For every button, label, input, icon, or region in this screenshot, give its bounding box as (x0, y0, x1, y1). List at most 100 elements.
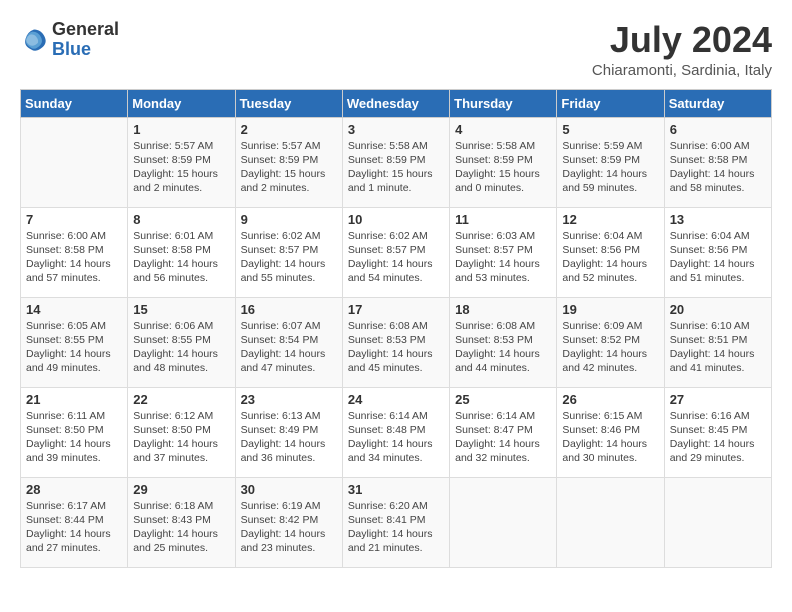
logo-general: General (52, 20, 119, 40)
day-number: 8 (133, 212, 229, 227)
calendar-week-row: 28Sunrise: 6:17 AM Sunset: 8:44 PM Dayli… (21, 477, 772, 567)
day-info: Sunrise: 6:12 AM Sunset: 8:50 PM Dayligh… (133, 409, 229, 466)
day-number: 17 (348, 302, 444, 317)
day-number: 30 (241, 482, 337, 497)
day-number: 27 (670, 392, 766, 407)
day-number: 13 (670, 212, 766, 227)
day-number: 9 (241, 212, 337, 227)
calendar-cell: 28Sunrise: 6:17 AM Sunset: 8:44 PM Dayli… (21, 477, 128, 567)
day-of-week-header: Saturday (664, 89, 771, 117)
day-number: 24 (348, 392, 444, 407)
day-info: Sunrise: 6:08 AM Sunset: 8:53 PM Dayligh… (455, 319, 551, 376)
day-info: Sunrise: 5:58 AM Sunset: 8:59 PM Dayligh… (348, 139, 444, 196)
day-info: Sunrise: 6:20 AM Sunset: 8:41 PM Dayligh… (348, 499, 444, 556)
day-info: Sunrise: 6:02 AM Sunset: 8:57 PM Dayligh… (241, 229, 337, 286)
calendar-cell: 5 Sunrise: 5:59 AM Sunset: 8:59 PM Daylig… (557, 117, 664, 207)
day-info: Sunrise: 6:18 AM Sunset: 8:43 PM Dayligh… (133, 499, 229, 556)
day-number: 28 (26, 482, 122, 497)
day-info: Sunrise: 6:04 AM Sunset: 8:56 PM Dayligh… (670, 229, 766, 286)
day-info: Sunrise: 6:13 AM Sunset: 8:49 PM Dayligh… (241, 409, 337, 466)
day-info: Sunrise: 6:08 AM Sunset: 8:53 PM Dayligh… (348, 319, 444, 376)
day-of-week-header: Monday (128, 89, 235, 117)
day-number: 2 (241, 122, 337, 137)
day-number: 4 (455, 122, 551, 137)
day-number: 26 (562, 392, 658, 407)
calendar-cell (557, 477, 664, 567)
calendar-week-row: 21 Sunrise: 6:11 AM Sunset: 8:50 PM Dayli… (21, 387, 772, 477)
day-number: 15 (133, 302, 229, 317)
calendar-cell: 26 Sunrise: 6:15 AM Sunset: 8:46 PM Dayli… (557, 387, 664, 477)
day-info: Sunrise: 6:00 AM Sunset: 8:58 PM Dayligh… (26, 229, 122, 286)
calendar-cell: 8Sunrise: 6:01 AM Sunset: 8:58 PM Daylig… (128, 207, 235, 297)
day-number: 29 (133, 482, 229, 497)
calendar-cell: 3Sunrise: 5:58 AM Sunset: 8:59 PM Daylig… (342, 117, 449, 207)
calendar-table: SundayMondayTuesdayWednesdayThursdayFrid… (20, 89, 772, 568)
day-info: Sunrise: 6:16 AM Sunset: 8:45 PM Dayligh… (670, 409, 766, 466)
calendar-cell: 14Sunrise: 6:05 AM Sunset: 8:55 PM Dayli… (21, 297, 128, 387)
calendar-week-row: 1 Sunrise: 5:57 AM Sunset: 8:59 PM Daylig… (21, 117, 772, 207)
day-number: 5 (562, 122, 658, 137)
calendar-cell (21, 117, 128, 207)
calendar-cell: 19 Sunrise: 6:09 AM Sunset: 8:52 PM Dayli… (557, 297, 664, 387)
calendar-week-row: 7 Sunrise: 6:00 AM Sunset: 8:58 PM Daylig… (21, 207, 772, 297)
day-info: Sunrise: 6:09 AM Sunset: 8:52 PM Dayligh… (562, 319, 658, 376)
day-of-week-header: Wednesday (342, 89, 449, 117)
calendar-cell: 17 Sunrise: 6:08 AM Sunset: 8:53 PM Dayli… (342, 297, 449, 387)
day-number: 21 (26, 392, 122, 407)
calendar-cell: 6 Sunrise: 6:00 AM Sunset: 8:58 PM Daylig… (664, 117, 771, 207)
day-number: 18 (455, 302, 551, 317)
calendar-cell: 2 Sunrise: 5:57 AM Sunset: 8:59 PM Daylig… (235, 117, 342, 207)
calendar-cell: 29 Sunrise: 6:18 AM Sunset: 8:43 PM Dayli… (128, 477, 235, 567)
day-of-week-header: Friday (557, 89, 664, 117)
calendar-cell: 12Sunrise: 6:04 AM Sunset: 8:56 PM Dayli… (557, 207, 664, 297)
day-info: Sunrise: 5:59 AM Sunset: 8:59 PM Dayligh… (562, 139, 658, 196)
day-of-week-header: Thursday (450, 89, 557, 117)
day-number: 16 (241, 302, 337, 317)
day-info: Sunrise: 6:03 AM Sunset: 8:57 PM Dayligh… (455, 229, 551, 286)
logo: General Blue (20, 20, 119, 60)
location-subtitle: Chiaramonti, Sardinia, Italy (592, 62, 772, 79)
logo-blue: Blue (52, 40, 119, 60)
day-info: Sunrise: 6:06 AM Sunset: 8:55 PM Dayligh… (133, 319, 229, 376)
day-info: Sunrise: 6:00 AM Sunset: 8:58 PM Dayligh… (670, 139, 766, 196)
calendar-cell: 21 Sunrise: 6:11 AM Sunset: 8:50 PM Dayli… (21, 387, 128, 477)
day-number: 25 (455, 392, 551, 407)
day-number: 6 (670, 122, 766, 137)
day-number: 11 (455, 212, 551, 227)
day-info: Sunrise: 6:15 AM Sunset: 8:46 PM Dayligh… (562, 409, 658, 466)
day-number: 19 (562, 302, 658, 317)
calendar-cell (450, 477, 557, 567)
calendar-header-row: SundayMondayTuesdayWednesdayThursdayFrid… (21, 89, 772, 117)
day-info: Sunrise: 6:19 AM Sunset: 8:42 PM Dayligh… (241, 499, 337, 556)
calendar-cell: 25Sunrise: 6:14 AM Sunset: 8:47 PM Dayli… (450, 387, 557, 477)
calendar-cell: 15 Sunrise: 6:06 AM Sunset: 8:55 PM Dayli… (128, 297, 235, 387)
day-number: 1 (133, 122, 229, 137)
day-info: Sunrise: 5:57 AM Sunset: 8:59 PM Dayligh… (133, 139, 229, 196)
day-info: Sunrise: 5:57 AM Sunset: 8:59 PM Dayligh… (241, 139, 337, 196)
day-number: 14 (26, 302, 122, 317)
day-number: 23 (241, 392, 337, 407)
calendar-cell: 13 Sunrise: 6:04 AM Sunset: 8:56 PM Dayli… (664, 207, 771, 297)
calendar-cell: 4 Sunrise: 5:58 AM Sunset: 8:59 PM Daylig… (450, 117, 557, 207)
day-number: 10 (348, 212, 444, 227)
calendar-cell: 20Sunrise: 6:10 AM Sunset: 8:51 PM Dayli… (664, 297, 771, 387)
day-info: Sunrise: 6:07 AM Sunset: 8:54 PM Dayligh… (241, 319, 337, 376)
calendar-cell: 16 Sunrise: 6:07 AM Sunset: 8:54 PM Dayli… (235, 297, 342, 387)
calendar-cell: 24Sunrise: 6:14 AM Sunset: 8:48 PM Dayli… (342, 387, 449, 477)
calendar-cell: 31Sunrise: 6:20 AM Sunset: 8:41 PM Dayli… (342, 477, 449, 567)
calendar-cell: 30 Sunrise: 6:19 AM Sunset: 8:42 PM Dayli… (235, 477, 342, 567)
calendar-week-row: 14Sunrise: 6:05 AM Sunset: 8:55 PM Dayli… (21, 297, 772, 387)
logo-icon (20, 26, 48, 54)
calendar-cell: 9 Sunrise: 6:02 AM Sunset: 8:57 PM Daylig… (235, 207, 342, 297)
logo-text: General Blue (52, 20, 119, 60)
day-number: 22 (133, 392, 229, 407)
day-info: Sunrise: 5:58 AM Sunset: 8:59 PM Dayligh… (455, 139, 551, 196)
day-info: Sunrise: 6:02 AM Sunset: 8:57 PM Dayligh… (348, 229, 444, 286)
day-info: Sunrise: 6:10 AM Sunset: 8:51 PM Dayligh… (670, 319, 766, 376)
title-block: July 2024 Chiaramonti, Sardinia, Italy (592, 20, 772, 79)
calendar-cell: 7 Sunrise: 6:00 AM Sunset: 8:58 PM Daylig… (21, 207, 128, 297)
day-info: Sunrise: 6:11 AM Sunset: 8:50 PM Dayligh… (26, 409, 122, 466)
day-number: 12 (562, 212, 658, 227)
day-number: 7 (26, 212, 122, 227)
calendar-cell: 11 Sunrise: 6:03 AM Sunset: 8:57 PM Dayli… (450, 207, 557, 297)
